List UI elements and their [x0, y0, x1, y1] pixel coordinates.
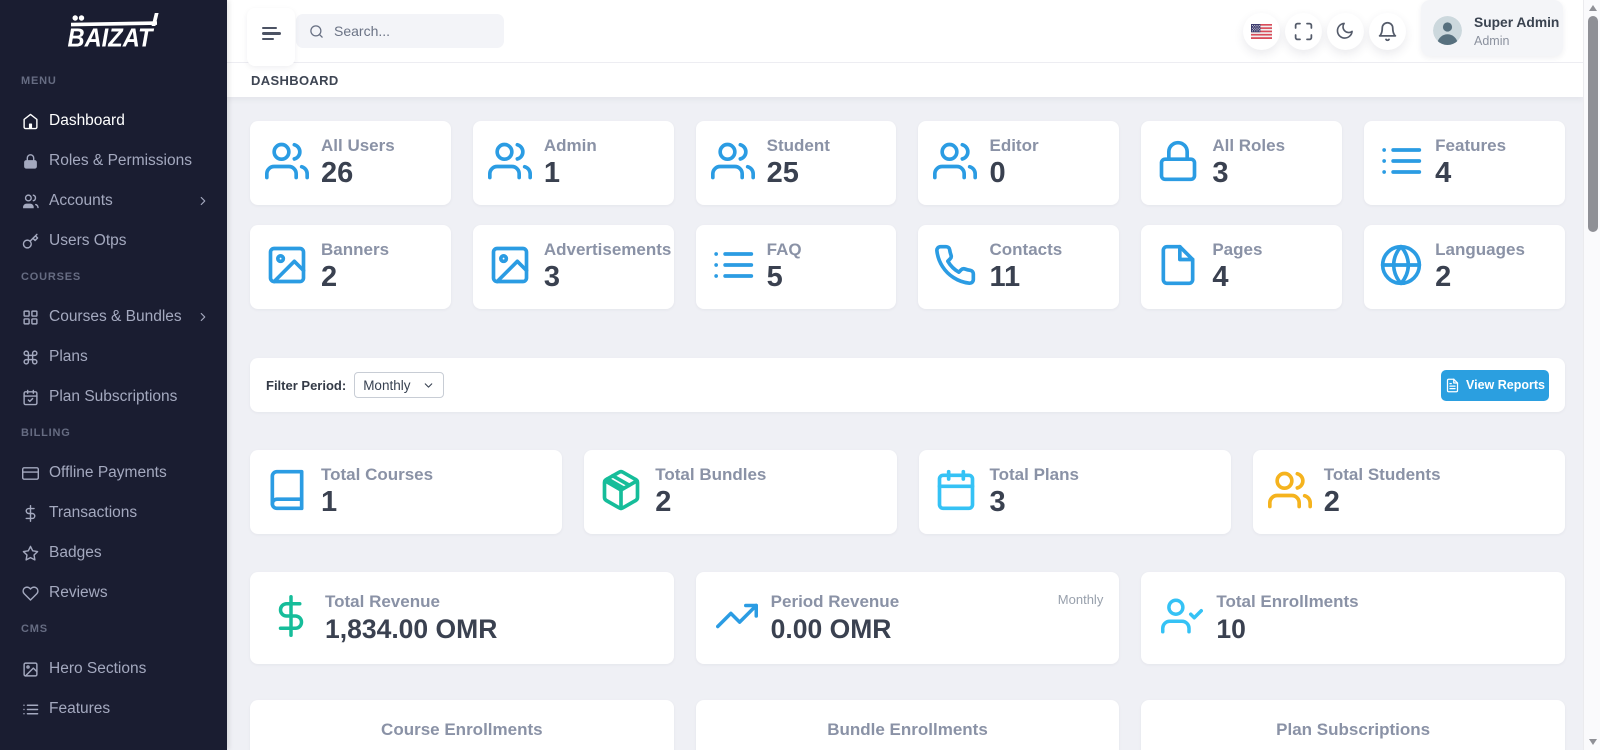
svg-text:BAIZAT: BAIZAT: [68, 23, 155, 52]
